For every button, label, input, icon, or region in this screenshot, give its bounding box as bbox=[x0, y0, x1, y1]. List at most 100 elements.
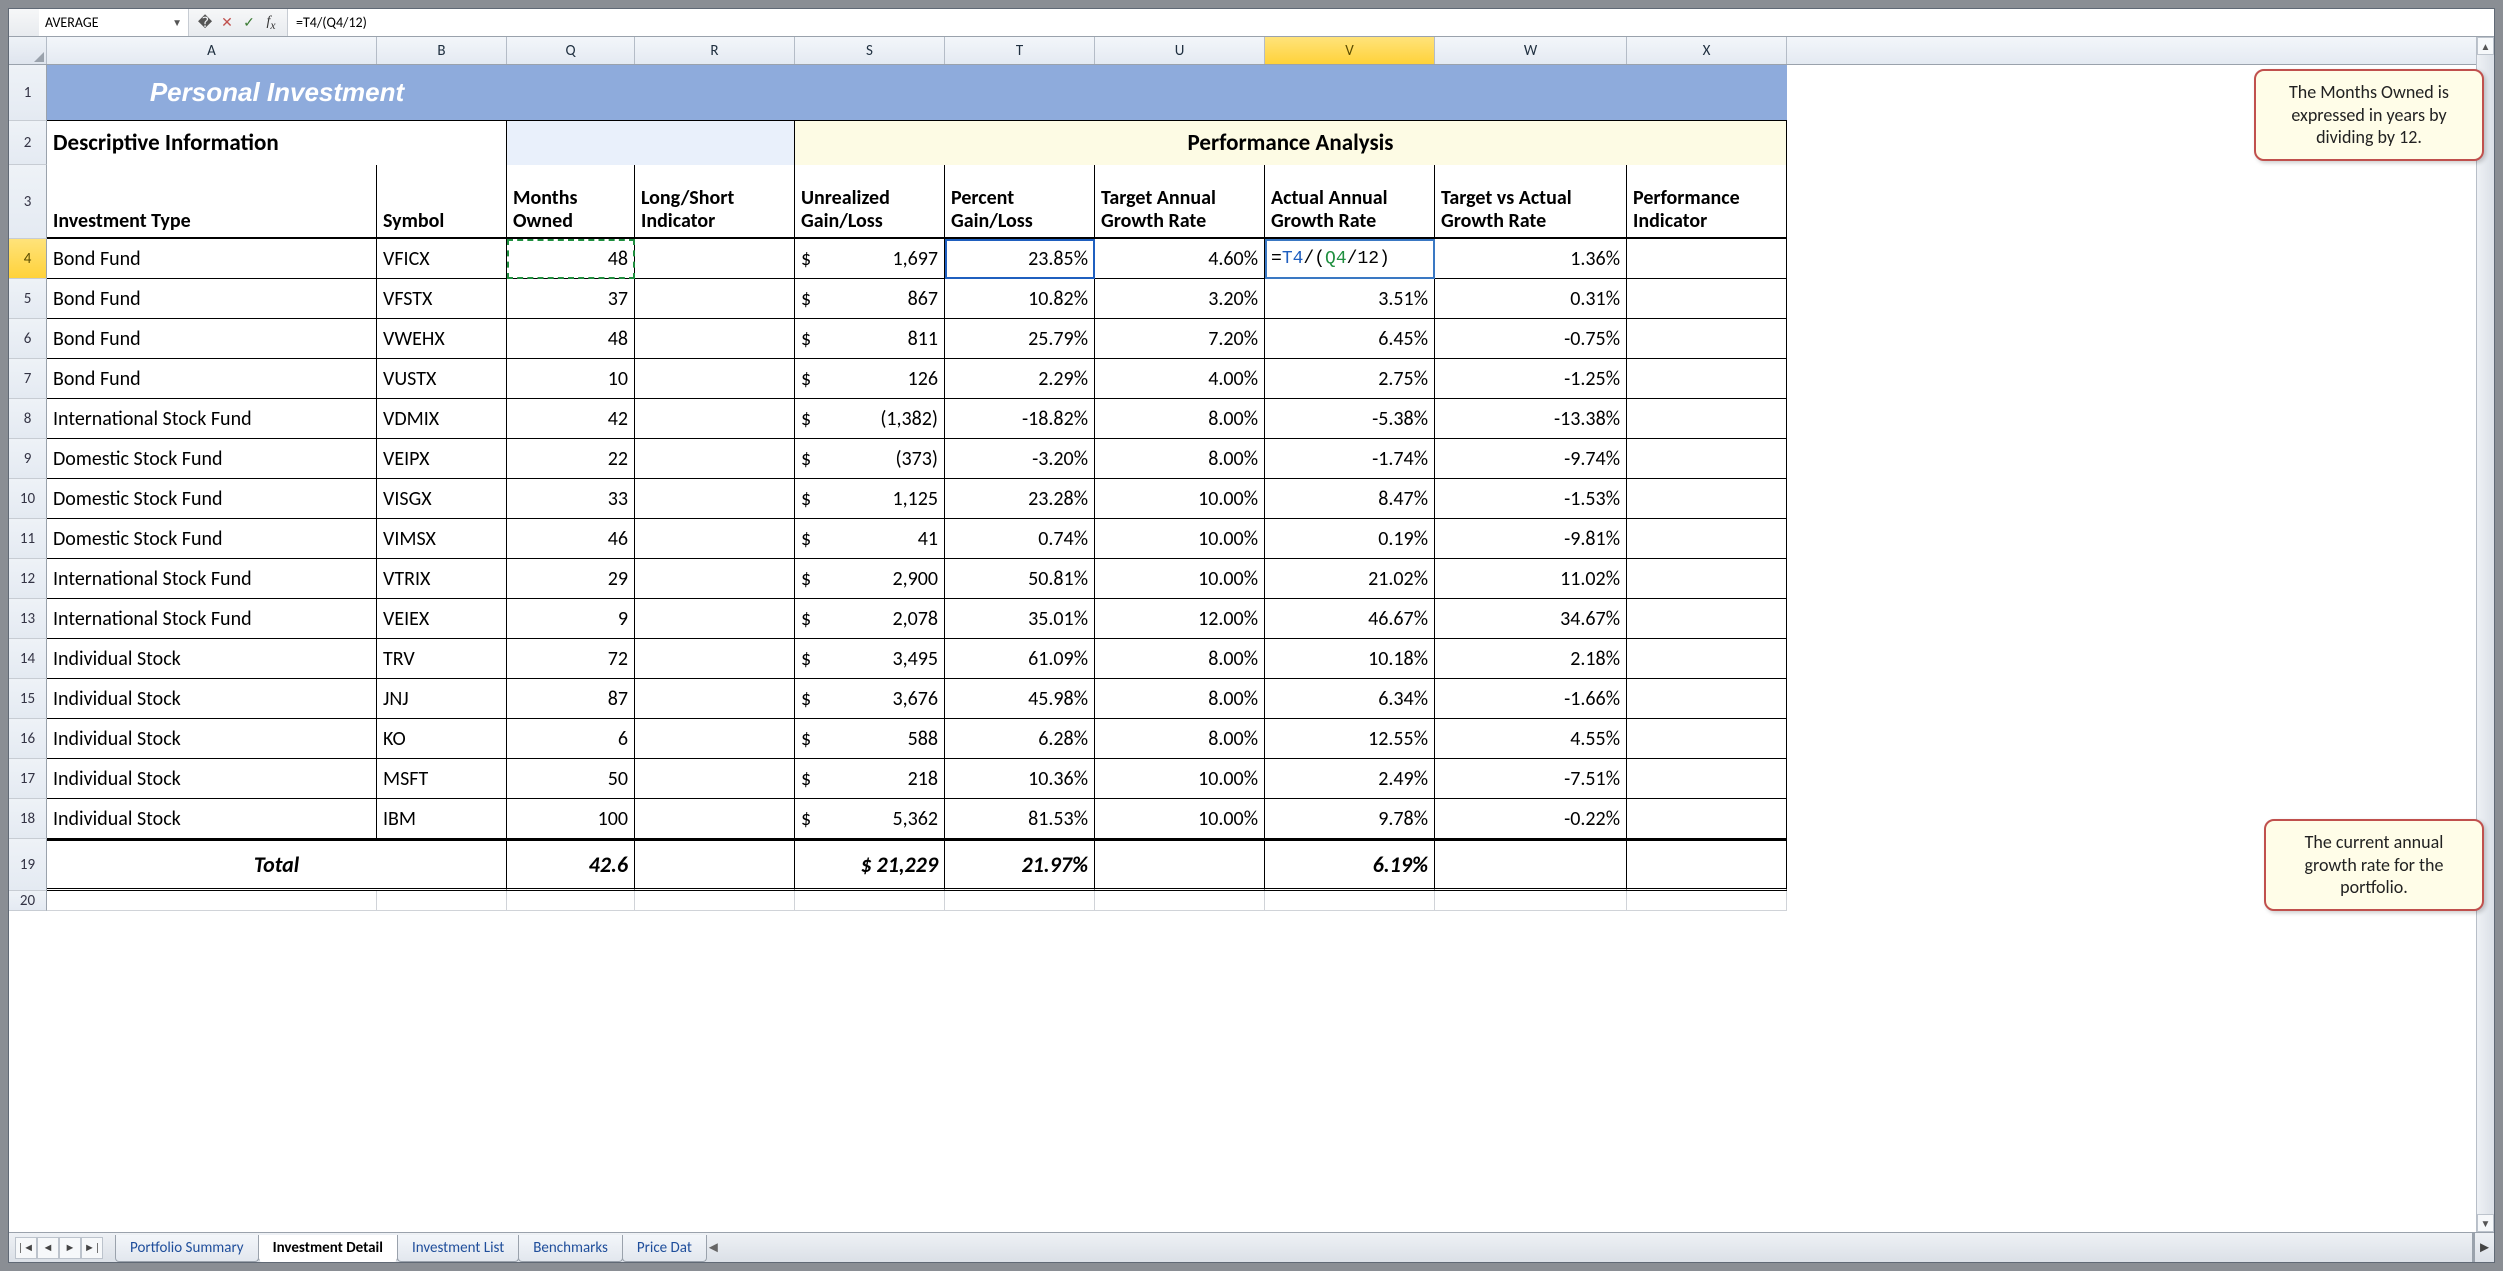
cell[interactable] bbox=[1627, 65, 1787, 121]
header-W[interactable]: Target vs Actual Growth Rate bbox=[1435, 165, 1627, 239]
tab-prev-button[interactable]: ◄ bbox=[37, 1237, 59, 1259]
cell[interactable]: 45.98% bbox=[945, 679, 1095, 719]
cell[interactable]: 72 bbox=[507, 639, 635, 679]
row-header[interactable]: 8 bbox=[9, 399, 47, 439]
cell[interactable]: 46.67% bbox=[1265, 599, 1435, 639]
cell[interactable]: 4.00% bbox=[1095, 359, 1265, 399]
cell[interactable]: -5.38% bbox=[1265, 399, 1435, 439]
cell[interactable] bbox=[1627, 439, 1787, 479]
cell[interactable]: 8.00% bbox=[1095, 719, 1265, 759]
cell[interactable]: 6.34% bbox=[1265, 679, 1435, 719]
row-header[interactable]: 13 bbox=[9, 599, 47, 639]
cell[interactable]: $2,078 bbox=[795, 599, 945, 639]
sheet-tab[interactable]: Investment List bbox=[397, 1235, 519, 1262]
header-U[interactable]: Target Annual Growth Rate bbox=[1095, 165, 1265, 239]
cell[interactable]: Domestic Stock Fund bbox=[47, 439, 377, 479]
cell[interactable]: VWEHX bbox=[377, 319, 507, 359]
cell[interactable] bbox=[635, 279, 795, 319]
horiz-scroll-right[interactable]: ► bbox=[2472, 1233, 2494, 1262]
cell[interactable]: Domestic Stock Fund bbox=[47, 479, 377, 519]
column-header-W[interactable]: W bbox=[1435, 37, 1627, 64]
cell[interactable]: Bond Fund bbox=[47, 239, 377, 279]
cell[interactable]: 7.20% bbox=[1095, 319, 1265, 359]
cell[interactable]: -1.25% bbox=[1435, 359, 1627, 399]
cell[interactable]: 23.28% bbox=[945, 479, 1095, 519]
header-B[interactable]: Symbol bbox=[377, 165, 507, 239]
cell[interactable] bbox=[635, 891, 795, 911]
formula-input[interactable]: =T4/(Q4/12) bbox=[287, 9, 2494, 36]
cell[interactable]: 21.97% bbox=[945, 839, 1095, 891]
cell[interactable]: -1.53% bbox=[1435, 479, 1627, 519]
scroll-up-button[interactable]: ▲ bbox=[2477, 37, 2494, 55]
cell[interactable]: 10 bbox=[507, 359, 635, 399]
cell[interactable]: Bond Fund bbox=[47, 359, 377, 399]
cell[interactable]: 87 bbox=[507, 679, 635, 719]
cell[interactable]: 29 bbox=[507, 559, 635, 599]
banner-title[interactable]: Personal Investment bbox=[47, 65, 507, 121]
cell[interactable] bbox=[635, 359, 795, 399]
cell[interactable]: 6.28% bbox=[945, 719, 1095, 759]
cell[interactable]: VEIEX bbox=[377, 599, 507, 639]
cell[interactable]: Individual Stock bbox=[47, 639, 377, 679]
row-header[interactable]: 6 bbox=[9, 319, 47, 359]
cell[interactable]: 10.00% bbox=[1095, 559, 1265, 599]
cell[interactable]: 2.18% bbox=[1435, 639, 1627, 679]
cell[interactable]: 1.36% bbox=[1435, 239, 1627, 279]
column-header-X[interactable]: X bbox=[1627, 37, 1787, 64]
expand-icon[interactable]: �⁣ bbox=[197, 14, 213, 31]
header-Q[interactable]: Months Owned bbox=[507, 165, 635, 239]
cell[interactable]: VUSTX bbox=[377, 359, 507, 399]
cell[interactable]: 48 bbox=[507, 239, 635, 279]
cell[interactable] bbox=[1627, 679, 1787, 719]
row-header[interactable]: 5 bbox=[9, 279, 47, 319]
cell[interactable]: VDMIX bbox=[377, 399, 507, 439]
cell[interactable] bbox=[635, 519, 795, 559]
scroll-track[interactable] bbox=[2477, 55, 2494, 1214]
cell[interactable] bbox=[945, 891, 1095, 911]
cell[interactable] bbox=[507, 891, 635, 911]
cell[interactable]: 25.79% bbox=[945, 319, 1095, 359]
cell[interactable]: $(1,382) bbox=[795, 399, 945, 439]
cell[interactable]: $2,900 bbox=[795, 559, 945, 599]
cell[interactable] bbox=[1095, 839, 1265, 891]
row-header[interactable]: 10 bbox=[9, 479, 47, 519]
row-header[interactable]: 15 bbox=[9, 679, 47, 719]
cell[interactable] bbox=[1627, 279, 1787, 319]
row-header[interactable]: 3 bbox=[9, 165, 47, 239]
cell[interactable]: -13.38% bbox=[1435, 399, 1627, 439]
cell[interactable] bbox=[635, 559, 795, 599]
header-X[interactable]: Performance Indicator bbox=[1627, 165, 1787, 239]
cell[interactable]: Individual Stock bbox=[47, 799, 377, 839]
cell[interactable]: 8.00% bbox=[1095, 439, 1265, 479]
cell[interactable]: 42.6 bbox=[507, 839, 635, 891]
cell[interactable]: 9.78% bbox=[1265, 799, 1435, 839]
cell[interactable]: $126 bbox=[795, 359, 945, 399]
cell[interactable]: Bond Fund bbox=[47, 319, 377, 359]
cell[interactable]: 10.18% bbox=[1265, 639, 1435, 679]
cell[interactable]: TRV bbox=[377, 639, 507, 679]
cell[interactable]: Bond Fund bbox=[47, 279, 377, 319]
cell[interactable]: 12.00% bbox=[1095, 599, 1265, 639]
row-header[interactable]: 2 bbox=[9, 121, 47, 165]
scroll-down-button[interactable]: ▼ bbox=[2477, 1214, 2494, 1232]
sheet-tab[interactable]: Price Dat bbox=[622, 1235, 707, 1262]
name-box-dropdown-icon[interactable]: ▼ bbox=[172, 16, 182, 29]
cell[interactable]: 0.31% bbox=[1435, 279, 1627, 319]
tab-last-button[interactable]: ►| bbox=[81, 1237, 103, 1259]
row-header[interactable]: 18 bbox=[9, 799, 47, 839]
cell[interactable] bbox=[1627, 519, 1787, 559]
cell[interactable]: International Stock Fund bbox=[47, 559, 377, 599]
cell[interactable] bbox=[1095, 65, 1265, 121]
cell[interactable] bbox=[1435, 65, 1627, 121]
row-header[interactable]: 17 bbox=[9, 759, 47, 799]
cell[interactable]: -0.22% bbox=[1435, 799, 1627, 839]
cell[interactable]: 10.00% bbox=[1095, 479, 1265, 519]
cell[interactable] bbox=[47, 891, 377, 911]
cell[interactable]: VIMSX bbox=[377, 519, 507, 559]
cell[interactable]: 42 bbox=[507, 399, 635, 439]
cell[interactable] bbox=[1627, 359, 1787, 399]
cell[interactable] bbox=[1627, 479, 1787, 519]
cell[interactable]: -3.20% bbox=[945, 439, 1095, 479]
cell[interactable]: 22 bbox=[507, 439, 635, 479]
cell[interactable]: $1,697 bbox=[795, 239, 945, 279]
